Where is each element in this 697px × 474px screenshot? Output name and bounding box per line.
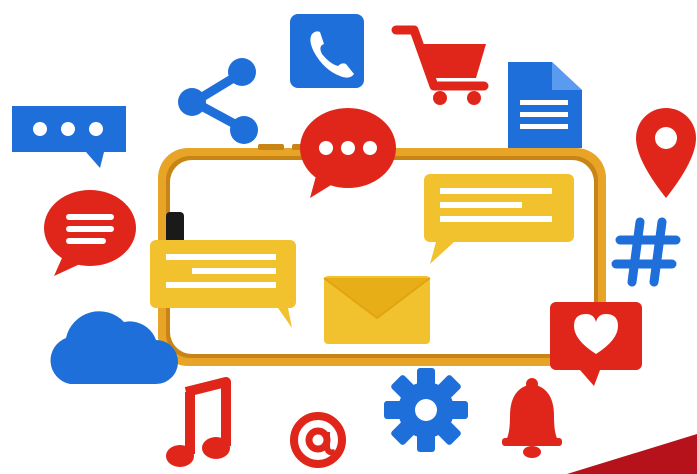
social-media-illustration — [0, 0, 697, 474]
bell-icon — [502, 378, 562, 458]
corner-decoration — [567, 434, 697, 474]
